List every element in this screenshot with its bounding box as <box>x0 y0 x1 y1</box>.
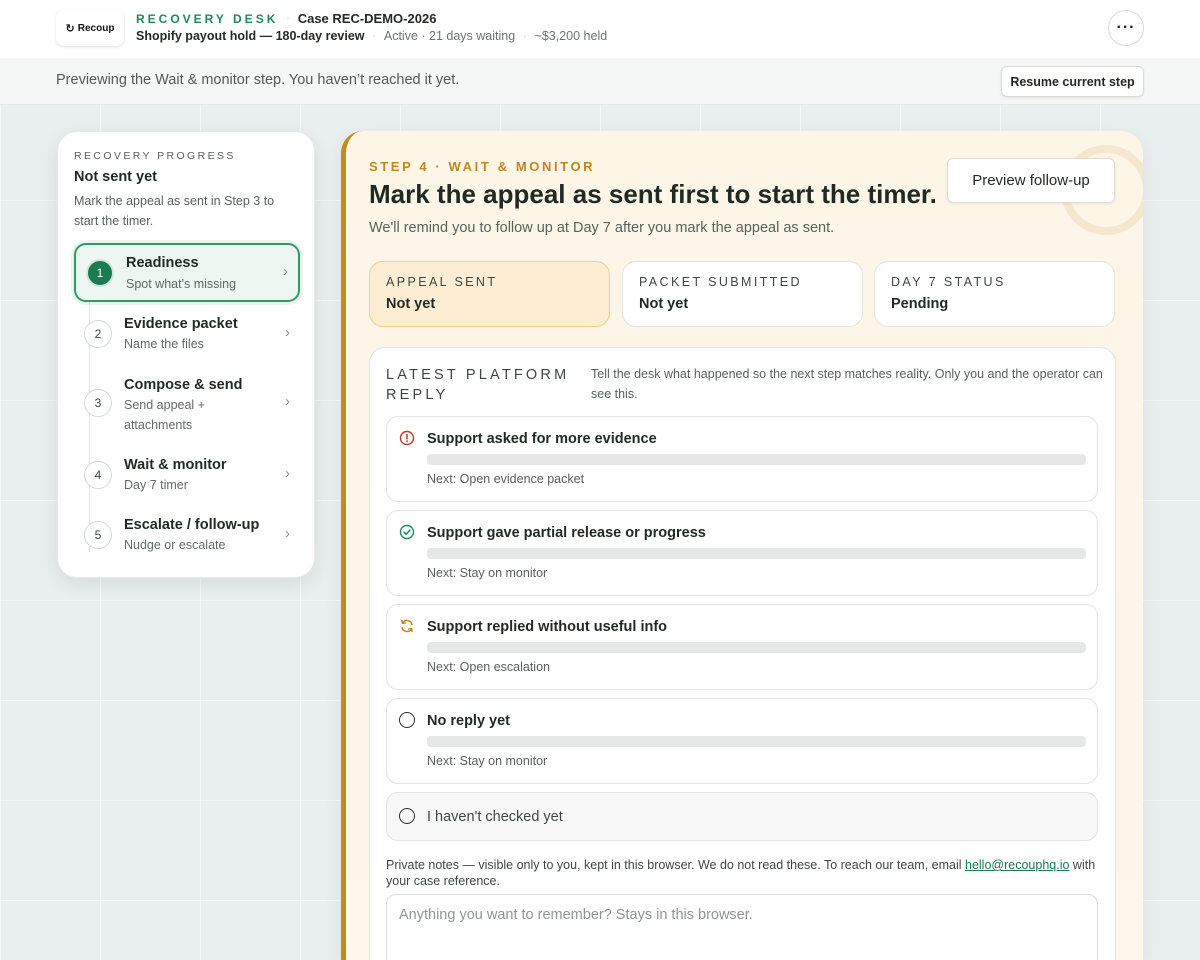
stat-value: Not yet <box>386 296 436 312</box>
chevron-right-icon: › <box>285 324 290 341</box>
option-next-step: Next: Stay on monitor <box>427 754 548 768</box>
chevron-right-icon: › <box>285 525 290 542</box>
page-title: Mark the appeal as sent first to start t… <box>369 179 937 209</box>
held-amount: ~$3,200 held <box>534 29 608 43</box>
refresh-icon <box>401 619 413 633</box>
check-circle-icon <box>399 524 415 540</box>
separator: · <box>523 30 527 42</box>
step-number: 2 <box>84 320 112 348</box>
option-title: Support gave partial release or progress <box>427 525 706 541</box>
private-notes-info: Private notes — visible only to you, kep… <box>386 857 1106 889</box>
stat-day-7-status: DAY 7 STATUS Pending <box>874 261 1115 327</box>
step-escalate-follow-up[interactable]: 5 Escalate / follow-up Nudge or escalate… <box>74 508 300 568</box>
section-description: Tell the desk what happened so the next … <box>591 367 1103 401</box>
stat-packet-submitted: PACKET SUBMITTED Not yet <box>622 261 863 327</box>
section-heading: LATEST PLATFORM REPLY <box>386 367 570 403</box>
reply-option-no-useful-info[interactable]: Support replied without useful info Next… <box>386 604 1098 690</box>
brand-line: RECOVERY DESK · Case REC-DEMO-2026 <box>136 11 436 26</box>
reply-option-partial-release[interactable]: Support gave partial release or progress… <box>386 510 1098 596</box>
separator: · <box>372 30 376 42</box>
step-subtitle: Name the files <box>124 337 204 351</box>
alert-circle-icon <box>399 430 415 446</box>
preview-banner: Previewing the Wait & monitor step. You … <box>0 58 1200 105</box>
step-title: Compose & send <box>124 377 243 393</box>
step-number: 3 <box>84 389 112 417</box>
stat-label: DAY 7 STATUS <box>891 275 1006 289</box>
option-title: Support asked for more evidence <box>427 431 657 447</box>
option-next-step: Next: Open escalation <box>427 660 550 674</box>
step-readiness[interactable]: 1 Readiness Spot what's missing › <box>74 243 300 302</box>
reply-option-no-reply[interactable]: No reply yet Next: Stay on monitor <box>386 698 1098 784</box>
radio-icon[interactable] <box>399 808 415 824</box>
latest-platform-reply-section: LATEST PLATFORM REPLY Tell the desk what… <box>369 347 1116 960</box>
wait-monitor-panel: STEP 4 · WAIT & MONITOR Mark the appeal … <box>341 131 1143 960</box>
option-title: No reply yet <box>427 713 510 729</box>
stat-label: PACKET SUBMITTED <box>639 275 802 289</box>
recoup-logo[interactable]: ↻ Recoup <box>56 10 124 46</box>
more-options-button[interactable]: ··· <box>1108 10 1144 46</box>
step-subtitle: Nudge or escalate <box>124 538 226 552</box>
support-email-link[interactable]: hello@recouphq.io <box>965 858 1069 872</box>
progress-description: Mark the appeal as sent in Step 3 to sta… <box>74 194 275 228</box>
radio-icon[interactable] <box>399 712 415 728</box>
progress-status: Not sent yet <box>74 169 157 185</box>
stat-label: APPEAL SENT <box>386 275 498 289</box>
step-title: Readiness <box>126 255 199 271</box>
step-subtitle: Send appeal + attachments <box>124 398 205 432</box>
case-status: Active · 21 days waiting <box>383 29 516 43</box>
option-title: I haven't checked yet <box>427 809 563 825</box>
chevron-right-icon: › <box>285 465 290 482</box>
step-title: Wait & monitor <box>124 457 227 473</box>
option-placeholder-bar <box>427 454 1086 465</box>
private-notes-input[interactable] <box>386 894 1098 960</box>
logo-mark-icon: ↻ <box>65 22 75 35</box>
option-placeholder-bar <box>427 548 1086 559</box>
stat-value: Not yet <box>639 296 689 312</box>
logo-text: Recoup <box>77 22 115 34</box>
step-number: 5 <box>84 521 112 549</box>
stat-appeal-sent: APPEAL SENT Not yet <box>369 261 610 327</box>
case-id: Case REC-DEMO-2026 <box>297 11 437 26</box>
case-summary: Shopify payout hold — 180-day review · A… <box>136 29 607 43</box>
chevron-right-icon: › <box>285 393 290 410</box>
stat-value: Pending <box>891 296 949 312</box>
step-compose-send[interactable]: 3 Compose & send Send appeal + attachmen… <box>74 368 300 438</box>
brand-name: RECOVERY DESK <box>136 11 279 26</box>
top-bar: ↻ Recoup RECOVERY DESK · Case REC-DEMO-2… <box>0 0 1200 58</box>
option-next-step: Next: Open evidence packet <box>427 472 585 486</box>
resume-current-step-button[interactable]: Resume current step <box>1001 66 1144 97</box>
preview-follow-up-button[interactable]: Preview follow-up <box>947 158 1115 203</box>
separator: · <box>286 13 290 24</box>
step-wait-monitor[interactable]: 4 Wait & monitor Day 7 timer › <box>74 448 300 508</box>
recovery-progress-card: RECOVERY PROGRESS Not sent yet Mark the … <box>57 131 315 578</box>
step-title: Escalate / follow-up <box>124 517 260 533</box>
step-subtitle: Spot what's missing <box>126 277 237 291</box>
option-placeholder-bar <box>427 642 1086 653</box>
step-subtitle: Day 7 timer <box>124 478 188 492</box>
notes-info-text: Private notes — visible only to you, kep… <box>386 858 965 872</box>
chevron-right-icon: › <box>283 263 288 280</box>
reply-option-not-checked[interactable]: I haven't checked yet <box>386 792 1098 841</box>
option-next-step: Next: Stay on monitor <box>427 566 548 580</box>
preview-message: Previewing the Wait & monitor step. You … <box>56 72 460 88</box>
step-number: 1 <box>86 259 114 287</box>
step-title: Evidence packet <box>124 316 238 332</box>
option-placeholder-bar <box>427 736 1086 747</box>
progress-eyebrow: RECOVERY PROGRESS <box>74 150 236 162</box>
option-title: Support replied without useful info <box>427 619 668 635</box>
page-description: We'll remind you to follow up at Day 7 a… <box>369 220 835 236</box>
case-title: Shopify payout hold — 180-day review <box>136 29 365 43</box>
step-number: 4 <box>84 461 112 489</box>
step-eyebrow: STEP 4 · WAIT & MONITOR <box>369 159 596 174</box>
step-evidence-packet[interactable]: 2 Evidence packet Name the files › <box>74 308 300 368</box>
reply-option-more-evidence[interactable]: Support asked for more evidence Next: Op… <box>386 416 1098 502</box>
more-dots-icon: ··· <box>1116 19 1136 36</box>
